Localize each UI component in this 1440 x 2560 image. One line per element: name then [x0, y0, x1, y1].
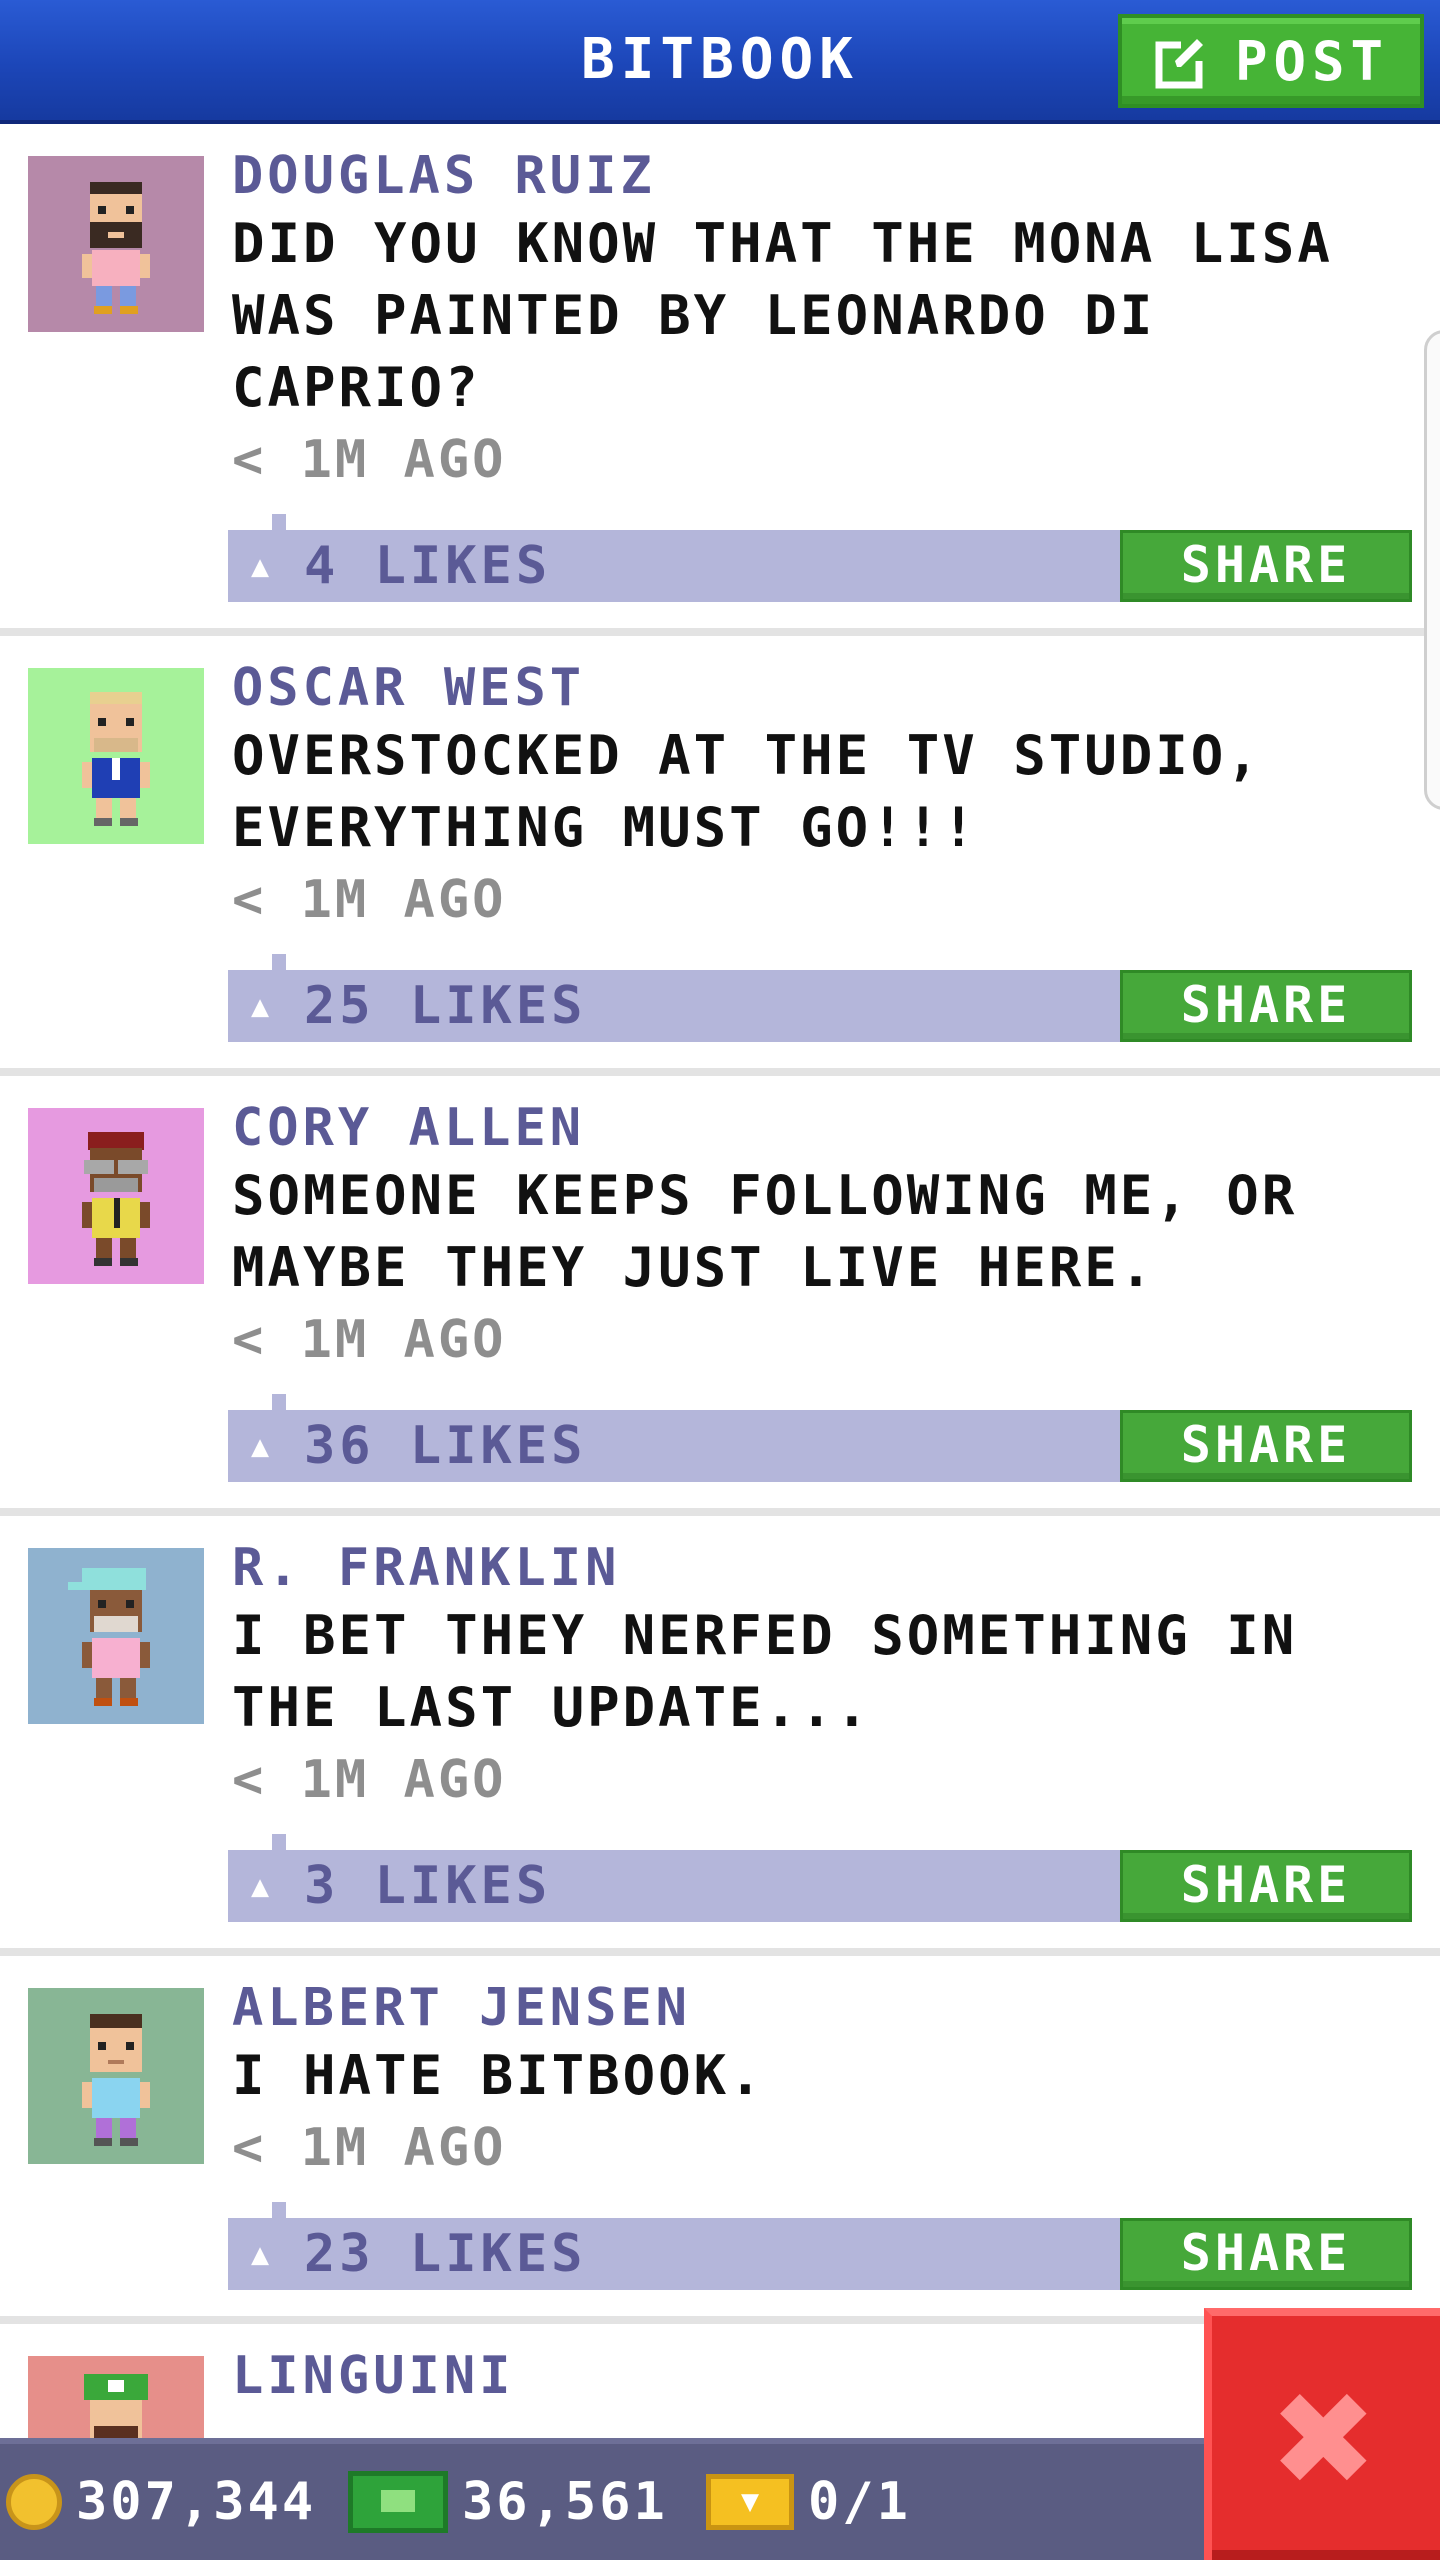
avatar[interactable] [28, 1988, 204, 2164]
author-name[interactable]: DOUGLAS RUIZ [232, 144, 1412, 208]
post-action-bar: ▲ 25 LIKES SHARE [228, 954, 1412, 1042]
post-timestamp: < 1M AGO [232, 2118, 507, 2178]
scroll-handle[interactable] [1424, 330, 1440, 810]
bux-stat: 36,561 [348, 2444, 668, 2560]
post-content: R. FRANKLIN I BET THEY NERFED SOMETHING … [232, 1536, 1412, 1816]
post-timestamp: < 1M AGO [232, 870, 507, 930]
author-name[interactable]: OSCAR WEST [232, 656, 1412, 720]
avatar[interactable] [28, 1548, 204, 1724]
post-message: I HATE BITBOOK. [232, 2044, 765, 2107]
share-button[interactable]: SHARE [1120, 530, 1412, 602]
thumbs-up-icon[interactable]: ▲ [242, 1872, 278, 1902]
avatar[interactable] [28, 156, 204, 332]
post-timestamp: < 1M AGO [232, 1750, 507, 1810]
post-action-bar: ▲ 23 LIKES SHARE [228, 2202, 1412, 2290]
post-content: OSCAR WEST OVERSTOCKED AT THE TV STUDIO,… [232, 656, 1412, 936]
post-message: I BET THEY NERFED SOMETHING IN THE LAST … [232, 1604, 1298, 1739]
thumbs-up-icon[interactable]: ▲ [242, 552, 278, 582]
author-name[interactable]: ALBERT JENSEN [232, 1976, 1412, 2040]
feed-post: CORY ALLEN SOMEONE KEEPS FOLLOWING ME, O… [0, 1076, 1440, 1516]
share-button[interactable]: SHARE [1120, 970, 1412, 1042]
like-count[interactable]: 23 LIKES [304, 2218, 586, 2290]
post-content: CORY ALLEN SOMEONE KEEPS FOLLOWING ME, O… [232, 1096, 1412, 1376]
bitbook-screen: BITBOOK POST DOUGLAS RUIZ DID YOU KNOW T… [0, 0, 1440, 2560]
feed-post: OSCAR WEST OVERSTOCKED AT THE TV STUDIO,… [0, 636, 1440, 1076]
ticket-icon [706, 2474, 794, 2530]
share-button[interactable]: SHARE [1120, 2218, 1412, 2290]
compose-icon [1155, 31, 1213, 89]
close-button[interactable]: ✖ [1204, 2308, 1440, 2560]
post-divider [0, 1508, 1440, 1516]
post-action-bar: ▲ 36 LIKES SHARE [228, 1394, 1412, 1482]
like-count[interactable]: 36 LIKES [304, 1410, 586, 1482]
thumbs-up-icon[interactable]: ▲ [242, 2240, 278, 2270]
post-message: DID YOU KNOW THAT THE MONA LISA WAS PAIN… [232, 212, 1333, 419]
like-count[interactable]: 3 LIKES [304, 1850, 551, 1922]
coin-icon [6, 2474, 62, 2530]
post-divider [0, 1068, 1440, 1076]
post-message: SOMEONE KEEPS FOLLOWING ME, OR MAYBE THE… [232, 1164, 1298, 1299]
feed-post: DOUGLAS RUIZ DID YOU KNOW THAT THE MONA … [0, 124, 1440, 636]
avatar-oscar-west [28, 668, 204, 844]
avatar[interactable] [28, 668, 204, 844]
author-name[interactable]: CORY ALLEN [232, 1096, 1412, 1160]
post-divider [0, 628, 1440, 636]
coins-stat: 307,344 [6, 2444, 316, 2560]
post-action-bar: ▲ 3 LIKES SHARE [228, 1834, 1412, 1922]
post-divider [0, 1948, 1440, 1956]
post-message: OVERSTOCKED AT THE TV STUDIO, EVERYTHING… [232, 724, 1262, 859]
like-count[interactable]: 4 LIKES [304, 530, 551, 602]
like-count[interactable]: 25 LIKES [304, 970, 586, 1042]
avatar-cory-allen [28, 1108, 204, 1284]
close-icon: ✖ [1274, 2339, 1378, 2537]
coins-value: 307,344 [76, 2472, 317, 2532]
post-content: DOUGLAS RUIZ DID YOU KNOW THAT THE MONA … [232, 144, 1412, 496]
thumbs-up-icon[interactable]: ▲ [242, 992, 278, 1022]
bux-icon [348, 2471, 448, 2533]
news-feed[interactable]: DOUGLAS RUIZ DID YOU KNOW THAT THE MONA … [0, 124, 1440, 2532]
top-bar: BITBOOK POST [0, 0, 1440, 124]
author-name[interactable]: R. FRANKLIN [232, 1536, 1412, 1600]
thumbs-up-icon[interactable]: ▲ [242, 1432, 278, 1462]
post-button[interactable]: POST [1118, 14, 1424, 108]
feed-post: ALBERT JENSEN I HATE BITBOOK. < 1M AGO ▲… [0, 1956, 1440, 2324]
share-button[interactable]: SHARE [1120, 1410, 1412, 1482]
post-button-label: POST [1234, 29, 1390, 93]
post-timestamp: < 1M AGO [232, 1310, 507, 1370]
post-action-bar: ▲ 4 LIKES SHARE [228, 514, 1412, 602]
avatar[interactable] [28, 1108, 204, 1284]
tickets-stat: 0/1 [706, 2444, 911, 2560]
share-button[interactable]: SHARE [1120, 1850, 1412, 1922]
bux-value: 36,561 [462, 2472, 668, 2532]
avatar-albert-jensen [28, 1988, 204, 2164]
avatar-r-franklin [28, 1548, 204, 1724]
post-timestamp: < 1M AGO [232, 430, 507, 490]
feed-post: R. FRANKLIN I BET THEY NERFED SOMETHING … [0, 1516, 1440, 1956]
tickets-value: 0/1 [808, 2472, 911, 2532]
avatar-douglas-ruiz [28, 156, 204, 332]
post-content: ALBERT JENSEN I HATE BITBOOK. < 1M AGO [232, 1976, 1412, 2184]
